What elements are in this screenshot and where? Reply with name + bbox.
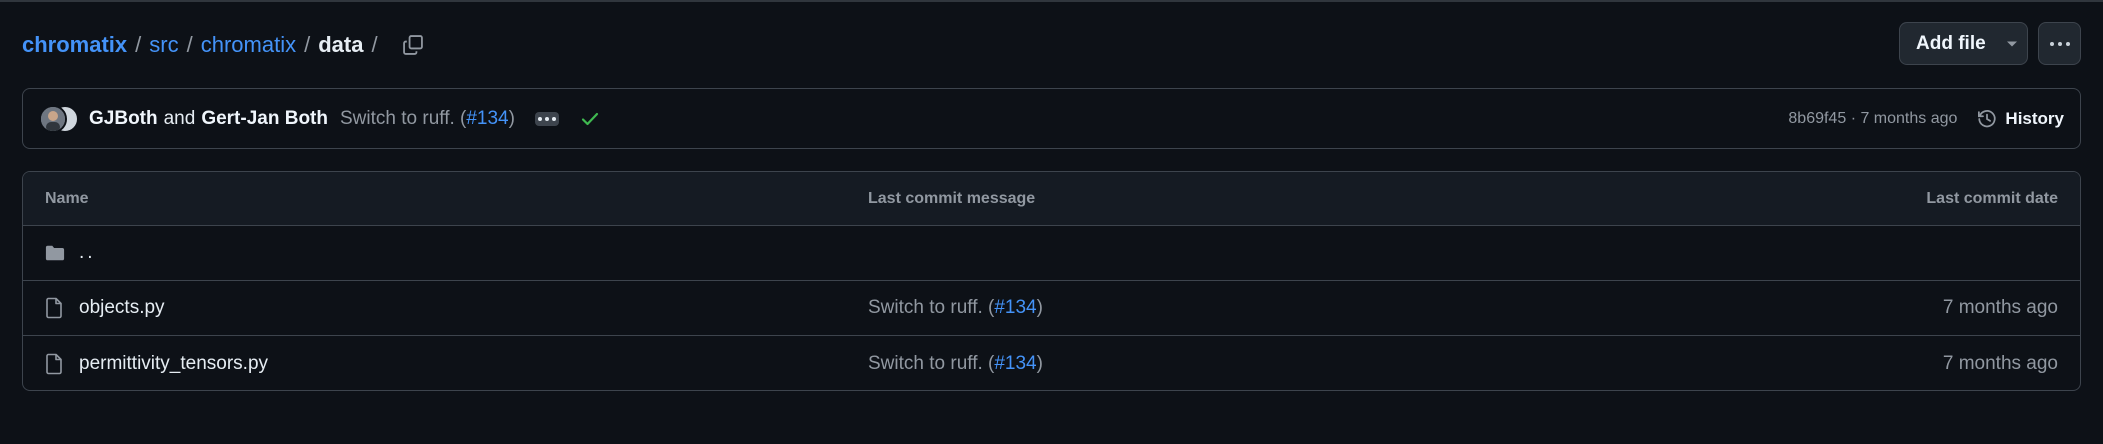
row-commit-text: Switch to ruff. ( <box>868 352 995 374</box>
caret-down-icon <box>2006 41 2017 46</box>
folder-icon <box>45 242 65 264</box>
copy-icon <box>402 35 423 55</box>
history-label: History <box>2005 108 2064 128</box>
breadcrumb-separator: / <box>371 32 378 57</box>
file-name-cell: permittivity_tensors.py <box>45 353 268 375</box>
commit-pr-link[interactable]: #134 <box>466 108 508 129</box>
parent-directory-row[interactable]: .. <box>23 226 2080 281</box>
row-pr-link[interactable]: #134 <box>994 353 1036 374</box>
breadcrumb: chromatix / src / chromatix / data / <box>22 24 430 66</box>
commit-meta: 8b69f45 · 7 months ago <box>1788 110 1957 128</box>
add-file-label: Add file <box>1916 32 1986 54</box>
expand-commit-message-button[interactable] <box>534 111 559 126</box>
breadcrumb-chromatix-link[interactable]: chromatix <box>201 32 296 58</box>
latest-commit-bar: GJBoth and Gert-Jan Both Switch to ruff.… <box>22 88 2081 149</box>
row-commit-suffix: ) <box>1036 352 1043 374</box>
file-link[interactable]: permittivity_tensors.py <box>79 353 268 375</box>
add-file-button[interactable]: Add file <box>1899 22 2028 65</box>
table-row[interactable]: permittivity_tensors.py Switch to ruff. … <box>23 336 2080 390</box>
commit-message-suffix: ) <box>508 107 515 129</box>
check-icon[interactable] <box>581 112 599 126</box>
file-link[interactable]: objects.py <box>79 297 165 319</box>
kebab-horizontal-icon <box>2049 41 2070 46</box>
table-header: Name Last commit message Last commit dat… <box>23 172 2080 226</box>
file-table: Name Last commit message Last commit dat… <box>22 171 2081 391</box>
column-header-name: Name <box>45 189 89 207</box>
breadcrumb-separator: / <box>304 32 311 57</box>
commit-coauthor-link[interactable]: Gert-Jan Both <box>201 108 328 130</box>
row-commit-suffix: ) <box>1036 297 1043 318</box>
commit-author-link[interactable]: GJBoth <box>89 108 158 130</box>
file-icon <box>45 297 65 319</box>
copy-path-button[interactable] <box>396 28 430 62</box>
author-avatars[interactable] <box>39 104 83 134</box>
commit-date-cell: 7 months ago <box>1942 297 2058 318</box>
history-icon <box>1978 109 1996 127</box>
breadcrumb-separator: / <box>186 32 193 57</box>
commit-message-cell[interactable]: Switch to ruff. (#134) <box>868 353 1043 375</box>
top-divider <box>0 0 2103 2</box>
commit-message[interactable]: Switch to ruff. (#134) <box>340 108 515 130</box>
parent-directory-link[interactable]: .. <box>79 242 96 264</box>
more-options-button[interactable] <box>2038 22 2081 65</box>
history-button[interactable]: History <box>1977 109 2064 129</box>
breadcrumb-repo-link[interactable]: chromatix <box>22 32 127 58</box>
commit-time: · 7 months ago <box>1850 109 1958 127</box>
parent-directory-cell: .. <box>45 242 96 264</box>
row-commit-text: Switch to ruff. ( <box>868 297 995 318</box>
breadcrumb-separator: / <box>135 32 142 57</box>
file-name-cell: objects.py <box>45 297 165 319</box>
commit-message-text: Switch to ruff. ( <box>340 107 467 129</box>
column-header-date: Last commit date <box>1926 189 2058 207</box>
breadcrumb-current: data <box>318 32 364 57</box>
breadcrumb-src-link[interactable]: src <box>149 32 178 58</box>
and-text: and <box>163 107 196 129</box>
column-header-message: Last commit message <box>868 189 1036 207</box>
file-icon <box>45 353 65 375</box>
commit-sha-link[interactable]: 8b69f45 <box>1788 110 1846 127</box>
avatar-person-icon <box>41 106 65 131</box>
commit-date-cell: 7 months ago <box>1942 352 2058 374</box>
row-pr-link[interactable]: #134 <box>994 297 1036 318</box>
table-row[interactable]: objects.py Switch to ruff. (#134) 7 mont… <box>23 281 2080 336</box>
commit-message-cell[interactable]: Switch to ruff. (#134) <box>868 297 1043 319</box>
avatar <box>39 104 67 133</box>
